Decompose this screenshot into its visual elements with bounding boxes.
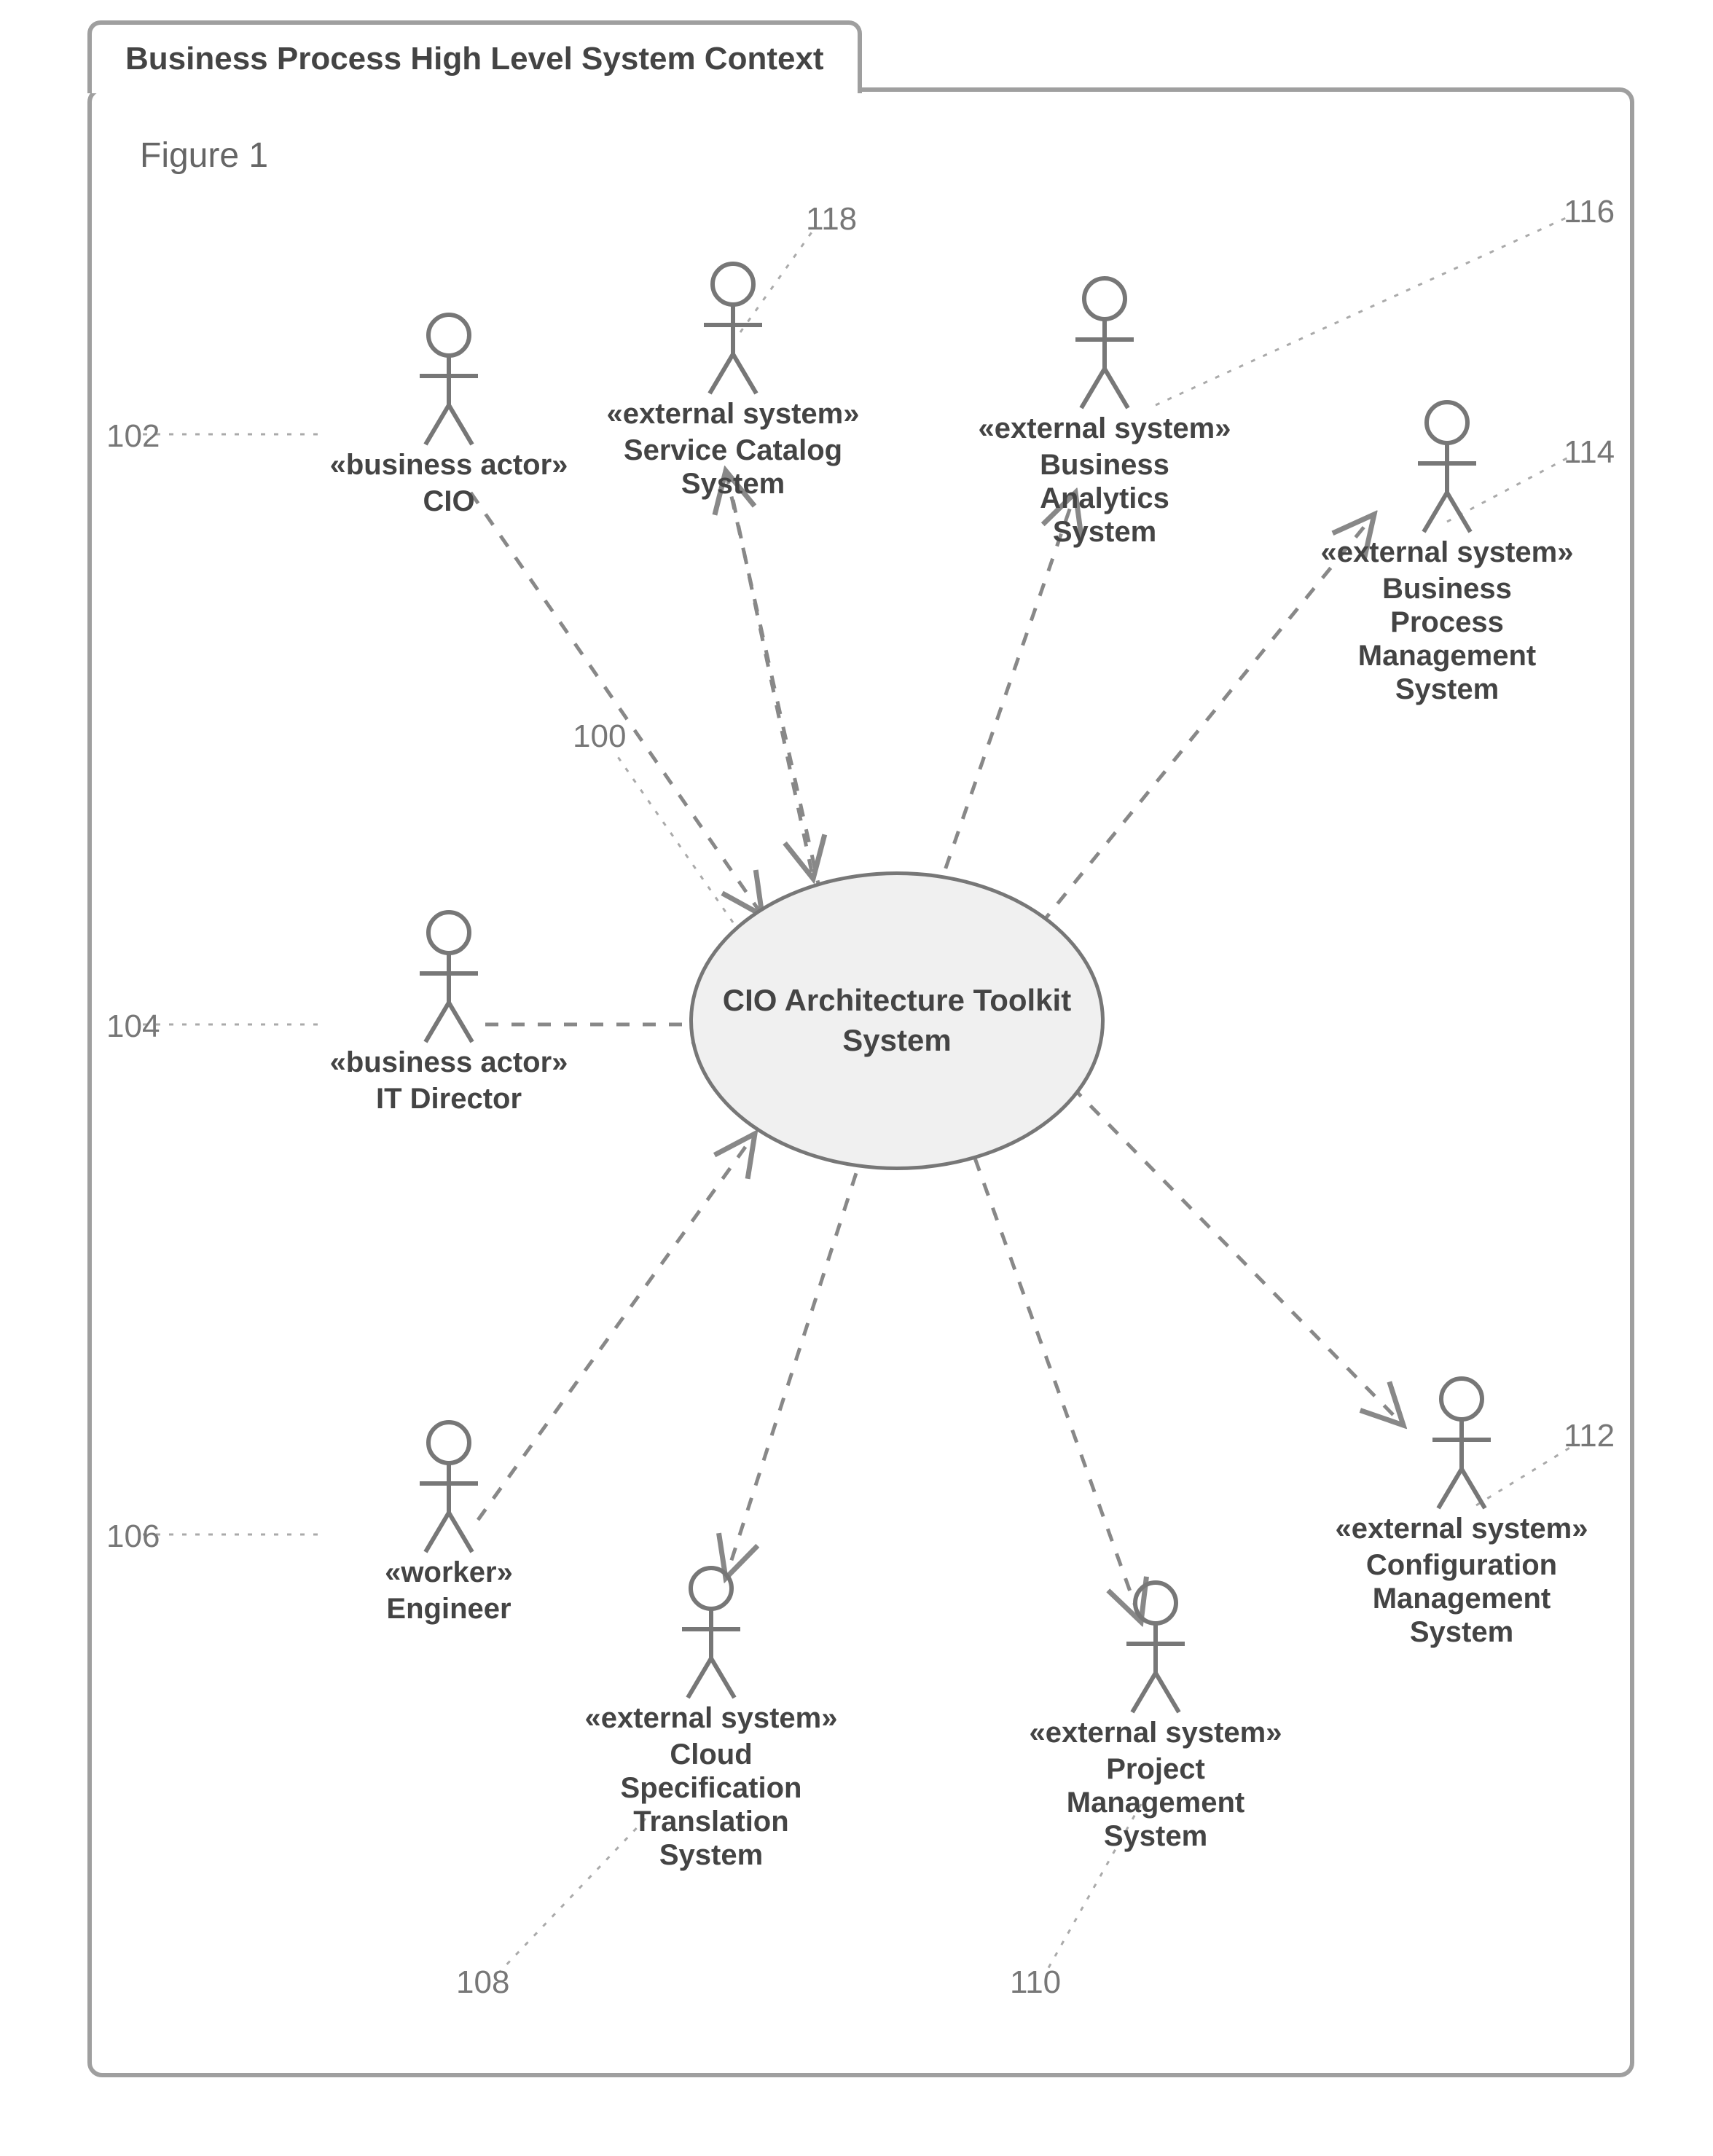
edge-cloud	[726, 1148, 864, 1578]
actor-name: IT Director	[376, 1082, 522, 1116]
stereotype-label: «external system»	[1321, 536, 1574, 569]
callout-100: 100	[573, 718, 626, 755]
actor-name: Configuration Management System	[1366, 1548, 1557, 1649]
actor-name: CIO	[423, 485, 474, 518]
page-root: Business Process High Level System Conte…	[0, 0, 1713, 2156]
callout-108: 108	[456, 1964, 509, 2001]
edge-ba	[937, 493, 1075, 893]
edge-cio	[471, 493, 762, 915]
stickfigure-icon	[689, 259, 777, 398]
callout-110: 110	[1010, 1964, 1061, 2001]
actor-bpm-system: «external system» Business Process Manag…	[1301, 398, 1593, 706]
actor-engineer: «worker» Engineer	[310, 1418, 587, 1626]
stickfigure-icon	[405, 1418, 493, 1556]
stereotype-label: «external system»	[1030, 1717, 1282, 1749]
actor-config-mgmt: «external system» Configuration Manageme…	[1316, 1374, 1607, 1649]
stereotype-label: «external system»	[585, 1702, 838, 1735]
stereotype-label: «external system»	[979, 412, 1231, 445]
actor-name: Business Process Management System	[1358, 572, 1537, 706]
central-name-line2: System	[723, 1021, 1071, 1061]
stickfigure-icon	[1112, 1578, 1199, 1717]
callout-118: 118	[806, 201, 857, 238]
stickfigure-icon	[1061, 274, 1148, 412]
stickfigure-icon	[405, 310, 493, 449]
stickfigure-icon	[1403, 398, 1491, 536]
actor-name: Business Analytics System	[1040, 448, 1169, 549]
stereotype-label: «external system»	[1336, 1513, 1588, 1545]
actor-it-director: «business actor» IT Director	[310, 908, 587, 1116]
actor-name: Project Management System	[1067, 1752, 1245, 1853]
central-system-ellipse: CIO Architecture Toolkit System	[689, 871, 1105, 1170]
actor-cio: «business actor» CIO	[310, 310, 587, 518]
actor-cloud-translation: «external system» Cloud Specification Tr…	[558, 1564, 864, 1872]
actor-name: Service Catalog System	[624, 434, 842, 501]
callout-104: 104	[106, 1008, 160, 1045]
actor-project-mgmt: «external system» Project Management Sys…	[1010, 1578, 1301, 1853]
callout-116: 116	[1564, 194, 1615, 230]
edge-cms	[1054, 1068, 1403, 1425]
edge-pms	[966, 1134, 1141, 1622]
stereotype-label: «business actor»	[330, 449, 568, 482]
actor-service-catalog: «external system» Service Catalog System	[595, 259, 871, 501]
callout-102: 102	[106, 418, 160, 455]
actor-name: Engineer	[386, 1592, 511, 1626]
callout-114: 114	[1564, 434, 1615, 471]
stickfigure-icon	[1418, 1374, 1505, 1513]
actor-name: Cloud Specification Translation System	[621, 1738, 802, 1872]
stereotype-label: «worker»	[385, 1556, 513, 1589]
callout-106: 106	[106, 1518, 160, 1555]
actor-business-analytics: «external system» Business Analytics Sys…	[966, 274, 1243, 549]
central-name-line1: CIO Architecture Toolkit	[723, 981, 1071, 1021]
stickfigure-icon	[667, 1564, 755, 1702]
stereotype-label: «business actor»	[330, 1046, 568, 1079]
diagram-frame: Business Process High Level System Conte…	[87, 87, 1634, 2077]
callout-112: 112	[1564, 1418, 1615, 1454]
leader-100	[616, 755, 733, 922]
edge-svc-in	[733, 500, 813, 879]
diagram-title-tab: Business Process High Level System Conte…	[87, 20, 862, 93]
stickfigure-icon	[405, 908, 493, 1046]
stereotype-label: «external system»	[607, 398, 860, 431]
